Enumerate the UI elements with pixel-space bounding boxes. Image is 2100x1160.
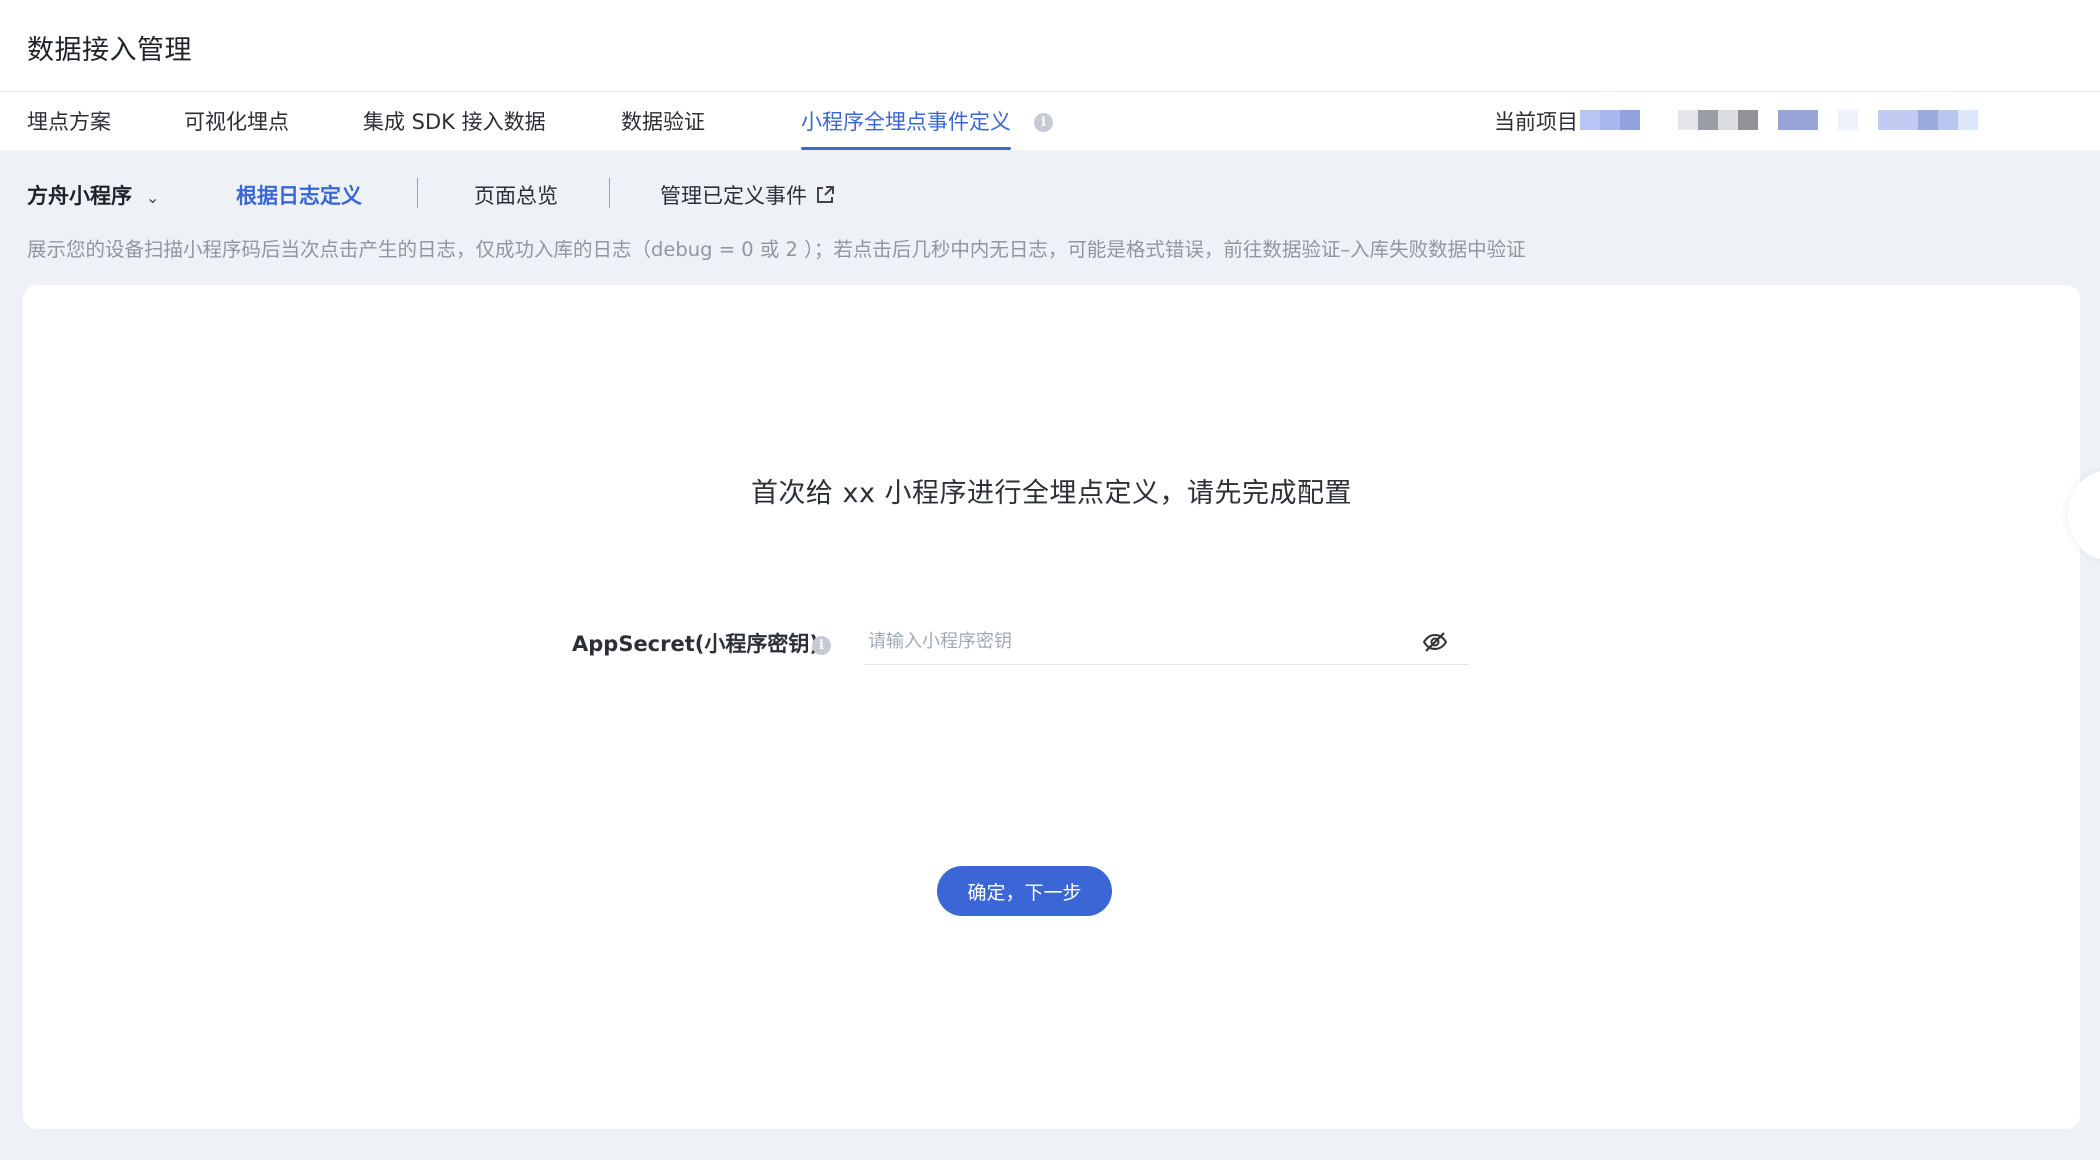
subtab-page-overview[interactable]: 页面总览 — [474, 180, 558, 210]
project-name-block — [1878, 110, 1918, 130]
info-icon[interactable]: i — [812, 636, 831, 655]
current-project-label: 当前项目 — [1494, 110, 1578, 134]
chevron-down-icon: ⌄ — [146, 188, 160, 207]
project-name-block — [1620, 110, 1640, 130]
project-name-block — [1938, 110, 1958, 130]
page-header: 数据接入管理 — [0, 0, 2100, 92]
project-name-block — [1778, 110, 1818, 130]
confirm-next-button[interactable]: 确定，下一步 — [937, 866, 1112, 916]
divider — [417, 178, 418, 208]
config-card: 首次给 xx 小程序进行全埋点定义，请先完成配置 AppSecret(小程序密钥… — [23, 285, 2080, 1129]
card-title: 首次给 xx 小程序进行全埋点定义，请先完成配置 — [750, 478, 1353, 509]
project-name-block — [1758, 110, 1778, 130]
project-name-block — [1958, 110, 1978, 130]
sub-navigation: 方舟小程序 ⌄ 根据日志定义 页面总览 管理已定义事件 — [0, 150, 2100, 210]
appsecret-input[interactable] — [868, 626, 1388, 656]
page-title: 数据接入管理 — [27, 35, 192, 66]
subtab-manage-events[interactable]: 管理已定义事件 — [660, 180, 835, 210]
project-name-block — [1698, 110, 1718, 130]
appsecret-label: AppSecret(小程序密钥) — [572, 632, 819, 656]
app-selector-label: 方舟小程序 — [27, 184, 132, 208]
project-name-block — [1718, 110, 1738, 130]
tab-miniprogram-events[interactable]: 小程序全埋点事件定义 — [801, 106, 1011, 150]
project-name-block — [1600, 110, 1620, 130]
subtab-manage-events-label: 管理已定义事件 — [660, 184, 807, 208]
project-name-block — [1580, 110, 1600, 130]
external-link-icon — [817, 186, 834, 203]
project-name-block — [1678, 110, 1698, 130]
project-name-block — [1858, 110, 1878, 130]
project-name-block — [1818, 110, 1838, 130]
project-name-block — [1838, 110, 1858, 130]
subtab-define-by-log[interactable]: 根据日志定义 — [236, 180, 362, 210]
eye-off-icon[interactable] — [1422, 630, 1448, 654]
project-name-block — [1640, 110, 1678, 130]
divider — [609, 178, 610, 208]
info-icon[interactable]: i — [1034, 113, 1053, 132]
tab-tracking-plan[interactable]: 埋点方案 — [27, 106, 111, 150]
project-name-block — [1738, 110, 1758, 130]
tab-sdk-integration[interactable]: 集成 SDK 接入数据 — [363, 106, 546, 150]
tab-visual-tracking[interactable]: 可视化埋点 — [184, 106, 289, 150]
description-text: 展示您的设备扫描小程序码后当次点击产生的日志，仅成功入库的日志（debug = … — [27, 238, 1526, 261]
project-selector[interactable] — [1580, 110, 1978, 130]
appsecret-field — [864, 620, 1469, 665]
project-name-block — [1918, 110, 1938, 130]
app-selector[interactable]: 方舟小程序 ⌄ — [27, 180, 159, 210]
tab-data-validation[interactable]: 数据验证 — [621, 106, 705, 150]
